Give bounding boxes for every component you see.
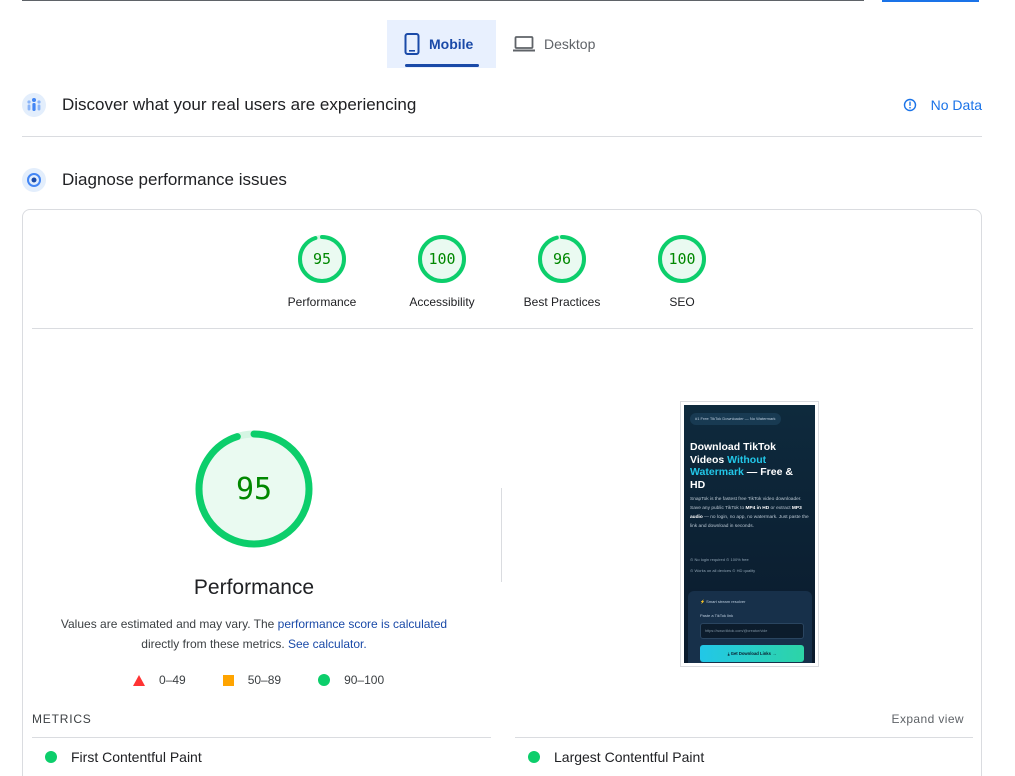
thumb-badge: #1 Free TikTok Downloader — No Watermark xyxy=(690,413,781,425)
thumb-download-button: ⤓ Get Download Links → xyxy=(700,645,804,662)
thumb-feature-row-1: ⊙ No login required ⊙ 100% free xyxy=(690,557,749,562)
gauge-performance[interactable]: 95 Performance xyxy=(272,234,372,309)
thumb-desc-2: or extract xyxy=(769,506,792,511)
performance-note: Values are estimated and may vary. The p… xyxy=(53,614,455,654)
metrics-divider-right xyxy=(515,737,973,738)
gauges-divider xyxy=(32,328,973,329)
gauge-performance-label: Performance xyxy=(287,295,357,309)
url-input-border xyxy=(22,0,864,1)
pass-dot-icon xyxy=(45,751,57,763)
tab-mobile-label: Mobile xyxy=(429,36,474,52)
thumb-heading: Download TikTok Videos Without Watermark… xyxy=(690,441,810,491)
gauge-accessibility-label: Accessibility xyxy=(409,295,475,309)
diagnose-title: Diagnose performance issues xyxy=(62,170,287,189)
no-data-text: No Data xyxy=(930,97,982,113)
thumb-description: SnapTok is the fastest free TikTok video… xyxy=(690,495,810,531)
metrics-divider-left xyxy=(32,737,491,738)
thumb-box-label: Paste a TikTok link xyxy=(700,613,734,618)
gauge-best-practices[interactable]: 96 Best Practices xyxy=(512,234,612,309)
gauge-accessibility-value: 100 xyxy=(428,250,455,268)
thumb-resolver-box: ⚡ Smart stream resolver Paste a TikTok l… xyxy=(688,591,812,663)
analyze-button-edge[interactable] xyxy=(882,0,979,2)
metric-fcp-label: First Contentful Paint xyxy=(71,749,202,765)
square-icon xyxy=(222,674,234,686)
note-text-1: Values are estimated and may vary. The xyxy=(60,617,278,631)
triangle-icon xyxy=(133,674,145,686)
gauge-best-practices-ring: 96 xyxy=(538,235,586,283)
page-screenshot-thumbnail[interactable]: #1 Free TikTok Downloader — No Watermark… xyxy=(680,401,819,667)
report-card: 95 Performance 100 Accessibility 96 Best… xyxy=(22,209,982,776)
thumb-box-title: ⚡ Smart stream resolver xyxy=(700,599,746,604)
legend-pass-range: 90–100 xyxy=(344,673,385,687)
pass-dot-icon xyxy=(528,751,540,763)
performance-heading: Performance xyxy=(193,576,315,599)
gauge-best-practices-value: 96 xyxy=(553,250,571,268)
thumb-desc-3: — no login, no app, no watermark. Just p… xyxy=(690,515,809,529)
real-users-title: Discover what your real users are experi… xyxy=(62,95,417,114)
diagnose-section: Diagnose performance issues xyxy=(22,168,982,192)
thumb-feature-row-2: ⊙ Works on all devices ⊙ HD quality xyxy=(690,568,756,573)
gauge-performance-value: 95 xyxy=(313,250,331,268)
tab-mobile[interactable]: Mobile xyxy=(387,20,496,68)
device-tabs: Mobile Desktop xyxy=(387,20,612,68)
smartphone-icon xyxy=(404,33,420,55)
gauge-accessibility-ring: 100 xyxy=(418,235,466,283)
score-legend: 0–49 50–89 90–100 xyxy=(133,673,421,687)
laptop-icon xyxy=(513,36,535,52)
thumbnail-content: #1 Free TikTok Downloader — No Watermark… xyxy=(684,405,815,663)
note-text-2: directly from these metrics. xyxy=(141,637,285,651)
legend-average-range: 50–89 xyxy=(247,673,282,687)
gauge-performance-ring: 95 xyxy=(298,235,346,283)
expand-view-toggle[interactable]: Expand view xyxy=(892,712,964,726)
thumb-link-input: https://www.tiktok.com/@creator/vide xyxy=(700,623,804,639)
legend-fail-range: 0–49 xyxy=(159,673,186,687)
real-users-section: Discover what your real users are experi… xyxy=(22,93,982,117)
legend-pass: 90–100 xyxy=(318,673,384,687)
users-icon xyxy=(22,93,46,117)
score-calculated-link[interactable]: performance score is calculated xyxy=(278,617,447,631)
circle-icon xyxy=(318,674,331,686)
info-icon xyxy=(903,98,916,112)
tab-desktop-label: Desktop xyxy=(544,36,596,52)
metric-lcp: Largest Contentful Paint xyxy=(528,749,704,765)
performance-big-score: 95 xyxy=(236,472,272,507)
metrics-heading: METRICS xyxy=(32,712,92,726)
gauge-seo-value: 100 xyxy=(668,250,695,268)
gauge-seo[interactable]: 100 SEO xyxy=(632,234,732,309)
gauge-best-practices-label: Best Practices xyxy=(523,295,601,309)
metric-lcp-label: Largest Contentful Paint xyxy=(554,749,705,765)
legend-fail: 0–49 xyxy=(133,673,186,687)
gauge-seo-label: SEO xyxy=(669,295,695,309)
gauge-accessibility[interactable]: 100 Accessibility xyxy=(392,234,492,309)
metric-fcp: First Contentful Paint xyxy=(45,749,202,765)
gauge-seo-ring: 100 xyxy=(658,235,706,283)
performance-big-gauge: 95 xyxy=(195,430,313,548)
lab-gauge-icon xyxy=(22,168,46,192)
no-data-indicator[interactable]: No Data xyxy=(903,97,982,113)
section-divider xyxy=(22,136,982,137)
thumb-desc-b1: MP4 in HD xyxy=(745,506,770,511)
legend-average: 50–89 xyxy=(222,673,282,687)
vertical-divider xyxy=(501,488,502,582)
see-calculator-link[interactable]: See calculator. xyxy=(288,637,367,651)
tab-desktop[interactable]: Desktop xyxy=(496,20,612,68)
